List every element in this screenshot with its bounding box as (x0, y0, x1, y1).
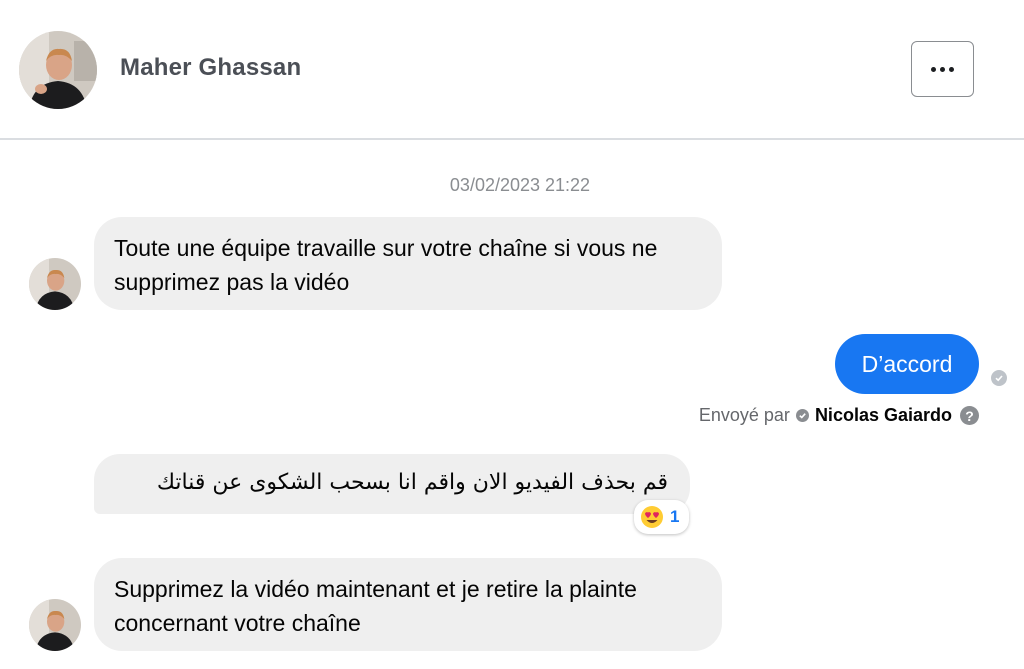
contact-name[interactable]: Maher Ghassan (120, 54, 301, 82)
help-icon[interactable]: ? (960, 406, 979, 425)
conversation-header: Maher Ghassan (0, 0, 1024, 140)
more-options-button[interactable] (911, 41, 974, 97)
verified-check-icon (795, 409, 809, 422)
sent-by-prefix: Envoyé par (698, 405, 790, 425)
sender-avatar[interactable] (29, 599, 81, 651)
sender-avatar[interactable] (29, 258, 81, 310)
incoming-message[interactable]: Toute une équipe travaille sur votre cha… (94, 217, 722, 310)
more-dots-icon (931, 66, 954, 72)
message-reaction[interactable]: 1 (634, 500, 690, 534)
sent-by-line: Envoyé par Nicolas Gaiardo ? (699, 405, 979, 426)
incoming-message[interactable]: Supprimez la vidéo maintenant et je reti… (94, 558, 722, 651)
reaction-count: 1 (670, 507, 680, 526)
outgoing-message[interactable]: D’accord (835, 334, 979, 394)
message-timestamp: 03/02/2023 21:22 (449, 175, 591, 195)
sent-check-icon (991, 370, 1007, 386)
heart-eyes-emoji-icon (641, 506, 663, 528)
sent-by-name[interactable]: Nicolas Gaiardo (815, 405, 952, 426)
messenger-conversation: Maher Ghassan 03/02/2023 21:22 Toute une… (0, 0, 1024, 669)
incoming-message[interactable]: قم بحذف الفيديو الان واقم انا بسحب الشكو… (94, 454, 690, 514)
contact-avatar[interactable] (19, 31, 97, 109)
